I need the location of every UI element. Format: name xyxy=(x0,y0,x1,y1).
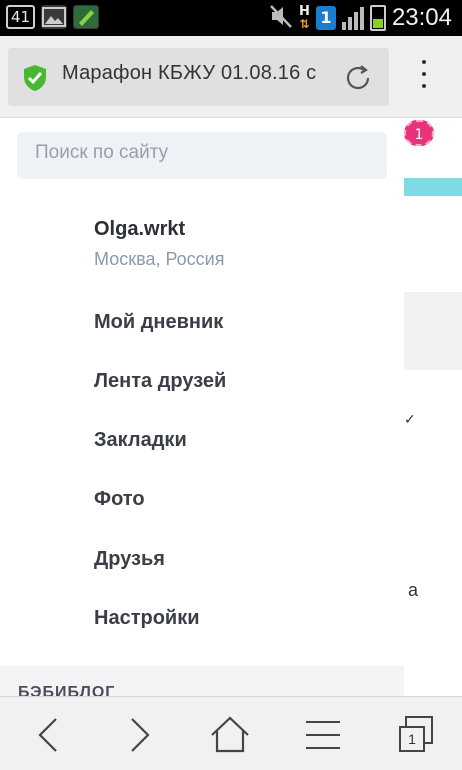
shield-check-icon xyxy=(24,65,46,91)
section-header: БЭБИБЛОГ xyxy=(0,666,404,696)
checkmark-icon: ✓ xyxy=(404,412,416,428)
nav-item-friends[interactable]: Друзья xyxy=(94,548,165,571)
home-icon xyxy=(211,716,249,753)
network-badge: 1 xyxy=(315,6,336,30)
status-bar: 41 H ⇅ 1 23:04 xyxy=(0,0,462,36)
tabs-count: 1 xyxy=(399,726,425,752)
navigation-drawer: Olga.wrkt Москва, Россия Мой дневник Лен… xyxy=(0,118,404,696)
notification-badge[interactable]: 1 xyxy=(404,120,434,146)
back-button[interactable] xyxy=(28,713,72,757)
background-block xyxy=(404,292,462,370)
chevron-right-icon xyxy=(131,718,150,752)
battery-icon xyxy=(369,5,386,31)
nav-item-settings[interactable]: Настройки xyxy=(94,607,200,630)
bottom-navigation: 1 xyxy=(0,696,462,770)
nav-item-photos[interactable]: Фото xyxy=(94,488,145,511)
forward-button[interactable] xyxy=(116,713,160,757)
mute-icon xyxy=(269,3,293,33)
clock: 23:04 xyxy=(391,4,452,31)
page-title: Марафон КБЖУ 01.08.16 с xyxy=(62,62,317,84)
network-type-icon: H ⇅ xyxy=(299,3,310,31)
overflow-menu-button[interactable] xyxy=(412,58,436,96)
nav-item-bookmarks[interactable]: Закладки xyxy=(94,429,187,452)
user-location: Москва, Россия xyxy=(94,249,225,269)
status-right: H ⇅ 1 23:04 xyxy=(269,3,452,33)
reload-button[interactable] xyxy=(342,62,374,94)
menu-button[interactable] xyxy=(302,713,346,757)
nav-item-friends-feed[interactable]: Лента друзей xyxy=(94,370,226,393)
address-bar[interactable]: Марафон КБЖУ 01.08.16 с xyxy=(8,48,389,106)
signal-icon xyxy=(341,6,364,30)
app-notification-icon xyxy=(73,5,100,29)
background-banner xyxy=(404,178,462,196)
chevron-left-icon xyxy=(38,718,57,752)
nav-item-diary[interactable]: Мой дневник xyxy=(94,311,223,334)
home-button[interactable] xyxy=(208,713,252,757)
menu-dot xyxy=(422,72,426,76)
browser-toolbar: Марафон КБЖУ 01.08.16 с xyxy=(0,36,462,118)
background-text: а xyxy=(408,580,419,600)
menu-dot xyxy=(422,84,426,88)
notification-count: 41 xyxy=(6,5,36,29)
reload-icon xyxy=(346,65,370,90)
background-page: 1 ✓ а xyxy=(404,118,462,696)
user-name[interactable]: Olga.wrkt xyxy=(94,218,185,241)
menu-dot xyxy=(422,60,426,64)
hamburger-icon xyxy=(306,721,340,749)
search-input[interactable] xyxy=(17,132,387,179)
status-left: 41 xyxy=(6,5,100,29)
section-title: БЭБИБЛОГ xyxy=(18,684,116,696)
tabs-button[interactable]: 1 xyxy=(394,713,438,757)
gallery-icon xyxy=(41,5,68,29)
